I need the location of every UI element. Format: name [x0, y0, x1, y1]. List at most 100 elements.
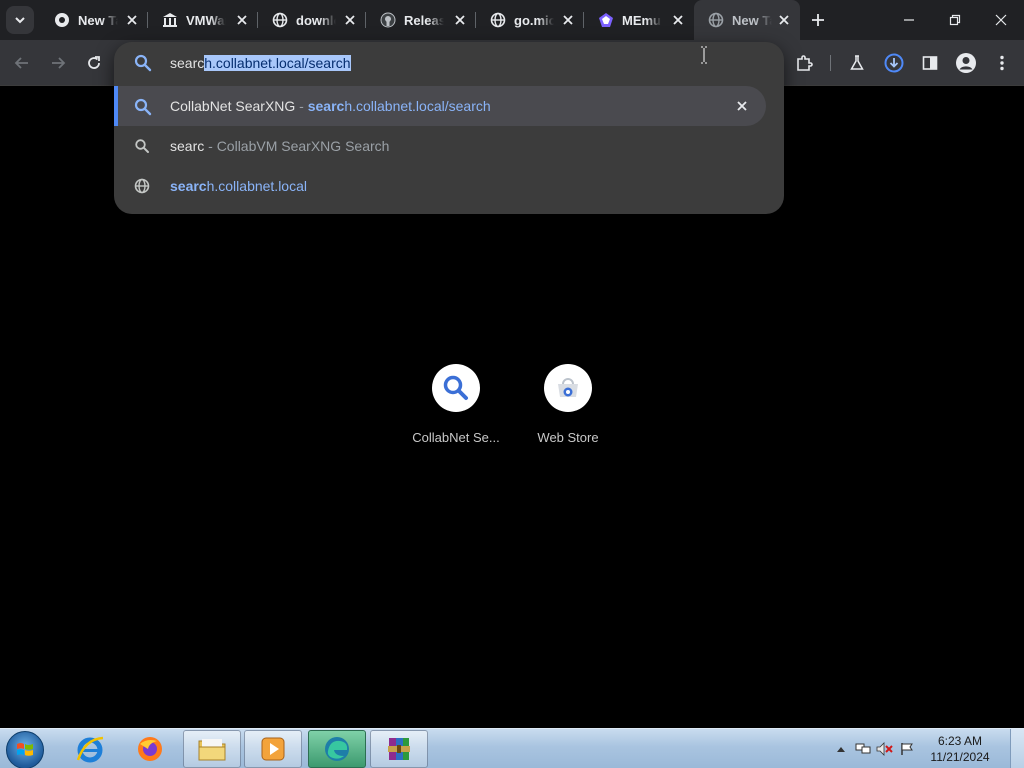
clock[interactable]: 6:23 AM 11/21/2024	[922, 733, 998, 765]
address-bar[interactable]: search.collabnet.local/search	[114, 42, 784, 84]
suggestion-collabnet-local[interactable]: search.collabnet.local	[114, 166, 784, 206]
close-icon	[995, 14, 1007, 26]
search-icon	[134, 54, 152, 77]
show-hidden-icons-button[interactable]	[830, 739, 852, 759]
side-panel-button[interactable]	[917, 50, 943, 76]
chevron-down-icon	[15, 17, 25, 24]
omnibox-dropdown: search.collabnet.local/search CollabNet …	[114, 42, 784, 214]
suggestion-description: CollabVM SearXNG Search	[216, 138, 390, 154]
tab-title: New Tab	[78, 12, 118, 28]
typed-text: searc	[170, 55, 205, 71]
show-desktop-button[interactable]	[1010, 729, 1024, 768]
tab-title: Releases	[404, 12, 444, 28]
menu-button[interactable]	[989, 50, 1015, 76]
globe-icon	[708, 12, 724, 28]
tab-vmware[interactable]: VMWare	[148, 0, 258, 40]
tab-title: MEmu	[622, 12, 661, 28]
suggestion-searc-search[interactable]: searc - CollabVM SearXNG Search	[114, 126, 784, 166]
tab-download[interactable]: download	[258, 0, 366, 40]
bank-icon	[162, 12, 178, 28]
arrow-left-icon	[14, 57, 28, 69]
suggestion-separator: -	[295, 98, 308, 114]
close-icon[interactable]	[234, 12, 250, 28]
tab-memu[interactable]: MEmu	[584, 0, 694, 40]
back-button[interactable]	[9, 50, 35, 76]
text-cursor-icon	[699, 46, 709, 69]
clock-date: 11/21/2024	[930, 750, 990, 764]
labs-button[interactable]	[844, 50, 870, 76]
suggestion-label: search.collabnet.local	[170, 178, 307, 194]
tab-title: download	[296, 12, 336, 28]
firefox-icon	[138, 737, 162, 761]
suggestion-collabnet-searxng[interactable]: CollabNet SearXNG - search.collabnet.loc…	[114, 86, 766, 126]
address-input[interactable]: search.collabnet.local/search	[170, 54, 351, 72]
shortcut-tile	[544, 364, 592, 412]
search-icon	[443, 375, 468, 400]
minimize-button[interactable]	[886, 0, 932, 40]
globe-icon	[272, 12, 288, 28]
tab-title: go.microsoft	[514, 12, 554, 28]
start-button[interactable]	[6, 731, 44, 768]
window-close-button[interactable]	[978, 0, 1024, 40]
volume-tray-button[interactable]	[874, 739, 896, 759]
close-icon[interactable]	[776, 12, 792, 28]
taskbar-edge[interactable]	[308, 730, 366, 768]
flag-icon	[901, 743, 913, 755]
suggestion-title: CollabNet SearXNG	[170, 98, 296, 114]
chrome-icon	[54, 12, 70, 28]
tab-new-tab-active[interactable]: New Tab	[694, 0, 800, 40]
flask-icon	[850, 55, 864, 70]
network-tray-button[interactable]	[852, 739, 874, 759]
side-panel-icon	[922, 56, 938, 70]
action-center-tray-button[interactable]	[896, 739, 918, 759]
suggestion-label: searc - CollabVM SearXNG Search	[170, 138, 389, 154]
suggestion-label: CollabNet SearXNG - search.collabnet.loc…	[170, 98, 491, 114]
tab-search-button[interactable]	[6, 6, 34, 34]
profile-button[interactable]	[953, 50, 979, 76]
new-tab-button[interactable]	[808, 10, 828, 30]
search-icon	[134, 138, 150, 159]
taskbar-media-player[interactable]	[244, 730, 302, 768]
restore-button[interactable]	[932, 0, 978, 40]
system-tray: 6:23 AM 11/21/2024	[830, 729, 998, 768]
extensions-button[interactable]	[791, 50, 817, 76]
suggestion-url-rest: h.collabnet.local	[206, 178, 307, 194]
shortcut-web-store[interactable]: Web Store	[512, 362, 624, 452]
download-icon	[884, 53, 904, 73]
close-icon[interactable]	[560, 12, 576, 28]
shortcut-collabnet[interactable]: CollabNet Se...	[400, 362, 512, 452]
restore-icon	[949, 14, 961, 26]
close-icon[interactable]	[124, 12, 140, 28]
avatar-icon	[956, 53, 976, 73]
suggestion-url-rest: h.collabnet.local/search	[344, 98, 491, 114]
autocomplete-selection: h.collabnet.local/search	[204, 55, 351, 71]
close-icon[interactable]	[670, 12, 686, 28]
plus-icon	[812, 14, 824, 26]
close-icon[interactable]	[452, 12, 468, 28]
web-store-icon	[558, 378, 578, 397]
taskbar-firefox[interactable]	[121, 730, 179, 768]
globe-icon	[134, 178, 150, 199]
downloads-button[interactable]	[881, 50, 907, 76]
suggestion-url-match: searc	[307, 98, 345, 114]
globe-icon	[490, 12, 506, 28]
remove-suggestion-button[interactable]	[732, 96, 752, 116]
arrow-right-icon	[52, 57, 66, 69]
tab-releases[interactable]: Releases	[366, 0, 476, 40]
puzzle-icon	[797, 55, 813, 71]
taskbar-file-explorer[interactable]	[183, 730, 241, 768]
winrar-icon	[388, 738, 410, 760]
forward-button[interactable]	[45, 50, 71, 76]
taskbar-winrar[interactable]	[370, 730, 428, 768]
reload-icon	[88, 56, 100, 69]
taskbar-internet-explorer[interactable]	[61, 730, 119, 768]
tab-strip: New Tab VMWare download Releases go.micr	[0, 0, 1024, 40]
tab-go-microsoft[interactable]: go.microsoft	[476, 0, 584, 40]
tab-new-tab-1[interactable]: New Tab	[40, 0, 148, 40]
shortcut-label: CollabNet Se...	[412, 430, 500, 445]
reload-button[interactable]	[81, 50, 107, 76]
search-icon	[134, 98, 152, 121]
close-icon[interactable]	[342, 12, 358, 28]
windows-taskbar: 6:23 AM 11/21/2024	[0, 728, 1024, 768]
close-icon	[737, 101, 747, 111]
